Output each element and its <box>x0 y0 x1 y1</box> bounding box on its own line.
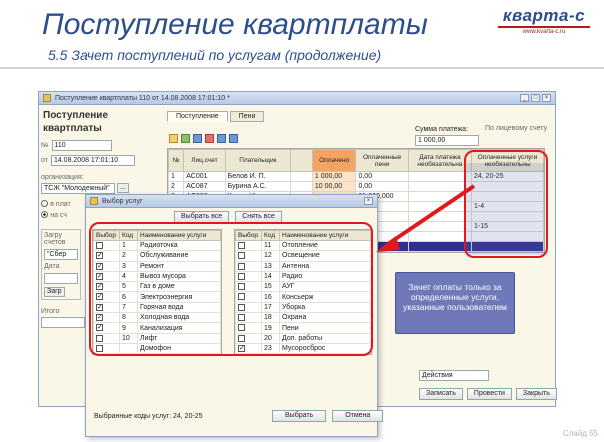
col-payer[interactable]: Плательщик <box>224 149 292 172</box>
doc-title-line2: квартплаты <box>43 123 102 134</box>
grid-toolbar <box>169 134 238 143</box>
grid-cell[interactable]: АС087 <box>183 181 226 192</box>
grid-cell[interactable]: Бурина А.С. <box>224 181 292 192</box>
radio-label-2: на сч <box>50 212 68 219</box>
load-button[interactable]: Загр <box>44 287 65 297</box>
grid-cell[interactable] <box>290 171 313 182</box>
account-note: По лицевому счету <box>485 125 548 132</box>
dialog-title: Выбор услуг <box>102 197 143 205</box>
org-label: организация: <box>41 174 84 181</box>
radio-selected-icon <box>41 211 48 219</box>
grid-cell[interactable] <box>290 181 313 192</box>
close-button[interactable]: Закрыть <box>515 388 557 400</box>
main-buttons: Записать Провести Закрыть <box>419 388 557 400</box>
col-blank[interactable] <box>290 149 313 172</box>
organization-field[interactable]: ТСЖ "Молодежный" <box>41 183 115 194</box>
edit-row-icon[interactable] <box>193 134 202 143</box>
choose-button[interactable]: Выбрать <box>272 410 327 422</box>
post-button[interactable]: Провести <box>466 388 512 400</box>
main-window-titlebar: Поступление квартплаты 110 от 14.08.2008… <box>39 92 555 105</box>
annotation-box-services <box>89 222 373 356</box>
delete-row-icon[interactable] <box>205 134 214 143</box>
slide-subtitle: 5.5 Зачет поступлений по услугам (продол… <box>48 47 382 63</box>
grid-cell[interactable]: Белов И. П. <box>224 171 292 182</box>
grid-cell[interactable]: 1 000,00 <box>311 171 357 182</box>
payment-sum-field[interactable]: 1 000,00 <box>415 135 479 146</box>
copy-row-icon[interactable] <box>181 134 190 143</box>
selected-codes-line: Выбранные коды услуг: 24, 20-25 <box>94 413 203 420</box>
col-paid[interactable]: Оплачено <box>311 149 357 172</box>
date-sub-label: Дата <box>44 263 60 270</box>
date-field[interactable]: 14.08.2008 17:01:10 <box>50 155 135 166</box>
slide-divider <box>0 67 604 69</box>
annotation-callout: Зачет оплаты только за определенные услу… <box>395 272 515 334</box>
close-window-button[interactable]: × <box>542 94 551 102</box>
grid-cell[interactable]: 2 <box>167 181 185 192</box>
dialog-titlebar: Выбор услуг × <box>86 195 377 208</box>
dialog-buttons: Выбрать Отмена <box>272 410 384 422</box>
minimize-button[interactable]: _ <box>520 94 529 102</box>
selected-codes-label: Выбранные коды услуг: <box>94 413 172 420</box>
number-field[interactable]: 110 <box>51 140 112 151</box>
move-down-icon[interactable] <box>229 134 238 143</box>
total-field[interactable] <box>41 317 85 328</box>
number-label: № <box>41 142 49 149</box>
annotation-arrow <box>376 184 476 252</box>
slide-number: Слайд 55 <box>562 429 598 438</box>
date-sub-field[interactable] <box>44 273 78 284</box>
logo-subtext: www.kvarta-c.ru <box>522 29 566 35</box>
maximize-button[interactable]: □ <box>531 94 540 102</box>
bank-field[interactable]: "Сбер <box>44 249 78 260</box>
org-select-button[interactable]: ... <box>117 183 129 193</box>
logo-text: кварта-с <box>498 6 590 28</box>
col-num[interactable]: № <box>167 149 185 172</box>
load-group-field: счетов <box>44 239 66 246</box>
main-window-title: Поступление квартплаты 110 от 14.08.2008… <box>55 94 230 102</box>
grid-cell[interactable]: 1 <box>167 171 185 182</box>
record-button[interactable]: Записать <box>419 388 463 400</box>
grid-cell[interactable]: 10 00,00 <box>311 181 357 192</box>
date-label: от <box>41 157 48 164</box>
actions-dropdown[interactable]: Действия <box>419 370 489 381</box>
move-up-icon[interactable] <box>217 134 226 143</box>
tab-penalties[interactable]: Пени <box>229 111 265 122</box>
col-account[interactable]: Лиц.счет <box>183 149 226 172</box>
arrow-head <box>376 236 400 252</box>
arrow-shaft <box>386 184 476 246</box>
brand-logo: кварта-с www.kvarta-c.ru <box>498 6 590 35</box>
load-group-label: Загру <box>44 232 62 239</box>
doc-title-line1: Поступление <box>43 110 109 121</box>
slide-title: Поступление квартплаты <box>42 8 428 41</box>
radio-label-1: в плат <box>50 201 71 208</box>
col-paid-penalty[interactable]: Оплаченные пени <box>355 149 409 172</box>
grid-cell[interactable]: АС001 <box>183 171 226 182</box>
col-pay-date[interactable]: Дата платежа необязательна <box>407 149 473 172</box>
selected-codes-value: 24, 20-25 <box>173 413 203 420</box>
load-group-box: Загру счетов "Сбер Дата Загр <box>41 229 81 300</box>
add-row-icon[interactable] <box>169 134 178 143</box>
tab-payment[interactable]: Поступление <box>167 111 228 122</box>
radio-icon <box>41 200 48 208</box>
document-icon <box>43 94 51 102</box>
main-tabs: Поступление Пени <box>167 111 265 122</box>
cancel-button[interactable]: Отмена <box>332 410 384 422</box>
dialog-icon <box>90 197 98 205</box>
payment-sum-label: Сумма платежа: <box>415 126 469 133</box>
